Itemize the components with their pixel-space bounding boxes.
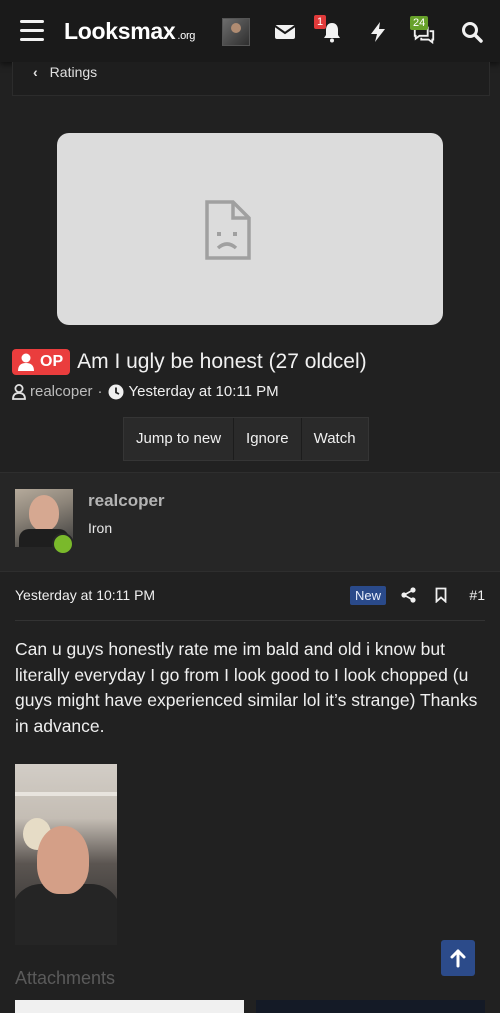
arrow-up-icon	[450, 949, 466, 968]
envelope-icon[interactable]	[273, 20, 297, 44]
thread-date[interactable]: Yesterday at 10:11 PM	[129, 383, 279, 400]
logo-text: Looksmax	[64, 18, 176, 44]
alerts-badge: 1	[314, 15, 327, 29]
post-body: Can u guys honestly rate me im bald and …	[15, 639, 478, 736]
op-prefix-badge[interactable]: OP	[12, 349, 71, 375]
post-header: Yesterday at 10:11 PM New #1	[15, 586, 485, 607]
menu-icon[interactable]	[20, 20, 44, 42]
logo-suffix: .org	[177, 30, 196, 42]
post-number[interactable]: #1	[469, 587, 485, 603]
chevron-left-icon: ‹	[33, 64, 38, 80]
breadcrumb-link-ratings[interactable]: ‹ Ratings	[33, 64, 97, 80]
new-badge: New	[350, 586, 387, 605]
lightning-icon[interactable]	[366, 20, 390, 44]
attachment-preview-2[interactable]	[256, 1000, 485, 1013]
ignore-button[interactable]: Ignore	[234, 418, 302, 460]
attachment-thumbnail[interactable]	[15, 764, 117, 945]
user-icon	[12, 383, 26, 400]
thread-actions: Jump to new Ignore Watch	[123, 417, 369, 461]
op-prefix-label: OP	[40, 353, 64, 370]
attachment-preview-1[interactable]	[15, 1000, 244, 1013]
breadcrumb: ‹ Ratings	[12, 62, 490, 96]
scroll-to-top-button[interactable]	[441, 940, 475, 976]
thread-title-row: OP Am I ugly be honest (27 oldcel)	[12, 346, 367, 378]
thread-meta: realcoper · Yesterday at 10:11 PM	[12, 383, 279, 400]
breadcrumb-label: Ratings	[49, 64, 98, 80]
top-bar: Looksmax .org 1 24	[0, 0, 500, 62]
search-icon[interactable]	[460, 20, 484, 44]
meta-separator: ·	[97, 383, 103, 400]
watch-button[interactable]: Watch	[301, 418, 368, 460]
account-avatar[interactable]	[222, 18, 250, 46]
jump-to-new-button[interactable]: Jump to new	[124, 418, 235, 460]
site-logo[interactable]: Looksmax .org	[64, 18, 195, 45]
post-date[interactable]: Yesterday at 10:11 PM	[15, 587, 155, 603]
thread-author[interactable]: realcoper	[30, 383, 93, 400]
user-rank: Iron	[88, 520, 113, 536]
conversations-badge: 24	[410, 16, 429, 30]
broken-image-icon	[205, 200, 251, 260]
post-user-bar: realcoper Iron	[0, 472, 500, 572]
clock-icon	[108, 384, 124, 399]
thread-image-placeholder	[57, 133, 443, 325]
online-indicator	[52, 533, 74, 555]
post-divider	[15, 620, 485, 621]
thread-title: Am I ugly be honest (27 oldcel)	[77, 350, 367, 373]
user-name[interactable]: realcoper	[88, 491, 165, 511]
user-icon	[18, 353, 34, 371]
bookmark-icon[interactable]	[435, 587, 447, 603]
share-icon[interactable]	[401, 587, 416, 603]
attachments-heading: Attachments	[15, 968, 116, 988]
